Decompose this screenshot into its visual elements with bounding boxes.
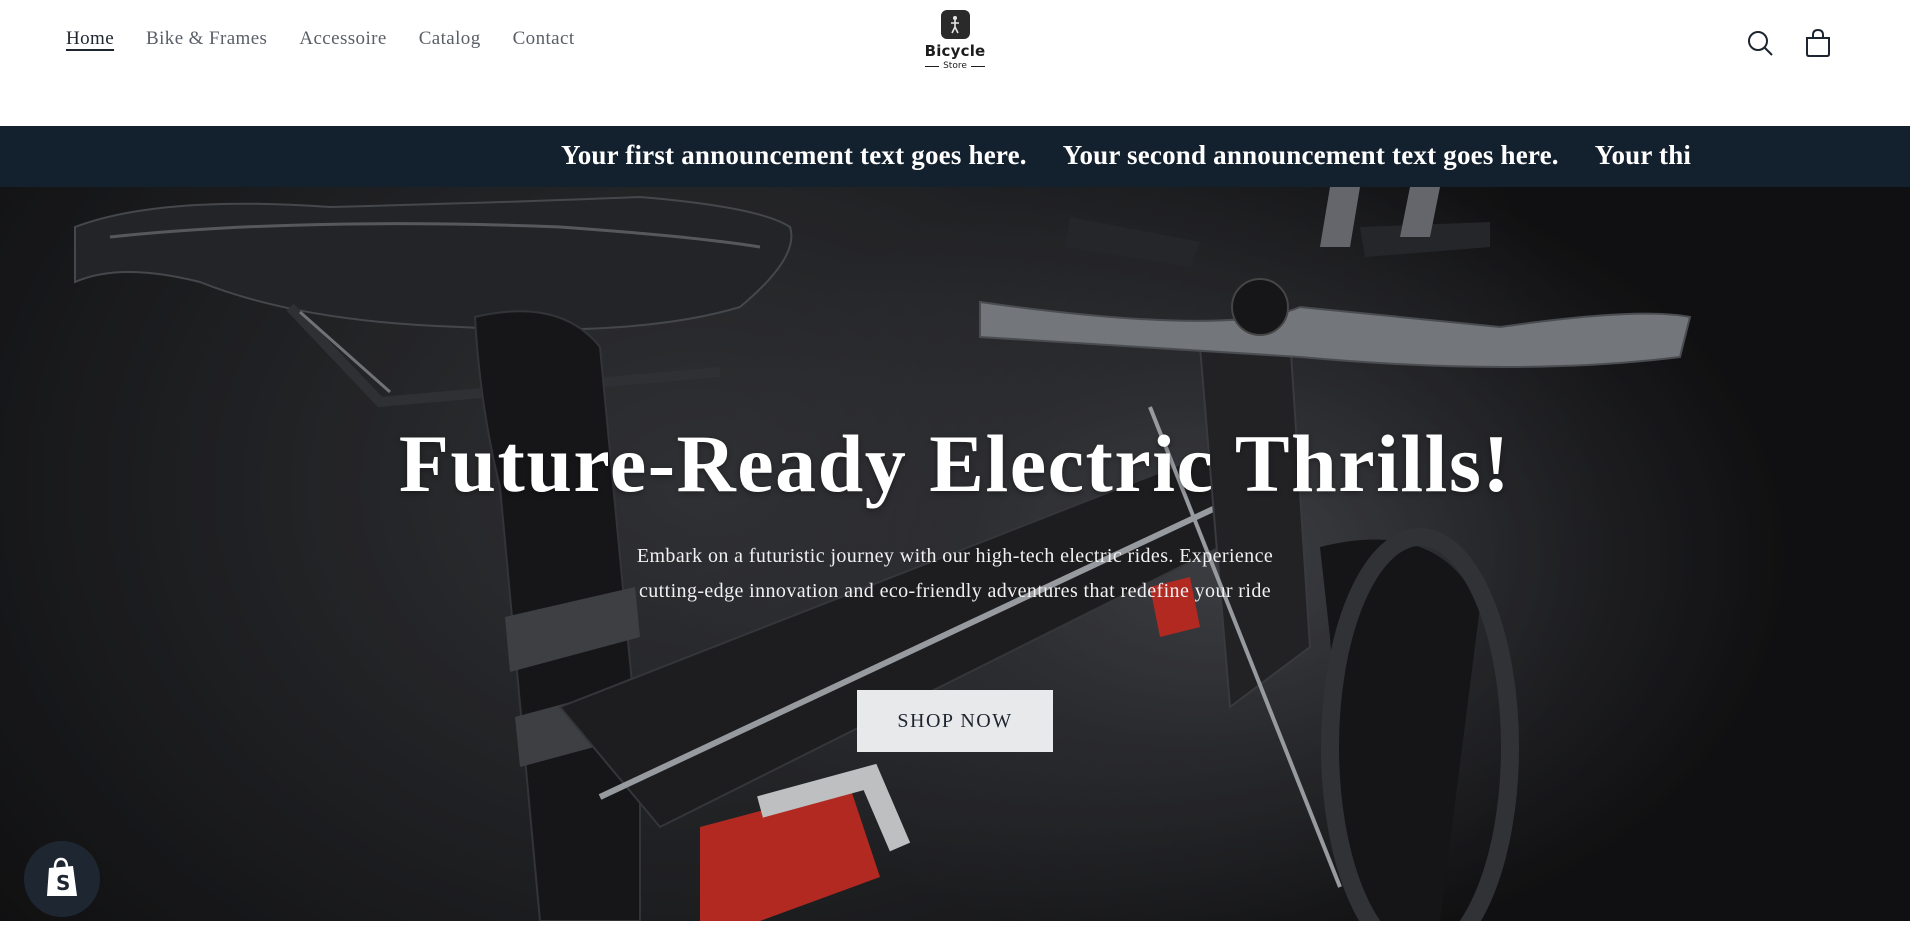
logo-title: Bicycle	[924, 42, 986, 60]
logo-subtitle: Store	[920, 61, 990, 71]
nav-accessoire[interactable]: Accessoire	[299, 28, 386, 50]
main-nav: Home Bike & Frames Accessoire Catalog Co…	[66, 28, 575, 50]
shopify-badge[interactable]: S	[24, 841, 100, 917]
nav-bike-frames[interactable]: Bike & Frames	[146, 28, 267, 50]
search-icon[interactable]	[1746, 28, 1774, 58]
nav-contact[interactable]: Contact	[513, 28, 575, 50]
hero-title: Future-Ready Electric Thrills!	[398, 418, 1512, 509]
shop-now-button[interactable]: SHOP NOW	[857, 690, 1053, 752]
hero-banner: Future-Ready Electric Thrills! Embark on…	[0, 187, 1910, 921]
nav-home[interactable]: Home	[66, 28, 114, 50]
hero-description: Embark on a futuristic journey with our …	[636, 545, 1274, 602]
announcement-bar: Your first announcement text goes here. Y…	[0, 126, 1910, 187]
nav-catalog[interactable]: Catalog	[419, 28, 481, 50]
site-header: Home Bike & Frames Accessoire Catalog Co…	[0, 0, 1910, 126]
store-logo[interactable]: Bicycle Store	[920, 10, 990, 71]
header-actions	[1746, 28, 1832, 58]
svg-text:S: S	[56, 871, 70, 895]
logo-subtitle-text: Store	[943, 61, 967, 71]
cart-icon[interactable]	[1804, 28, 1832, 58]
bicycle-logo-icon	[940, 10, 970, 39]
shopify-bag-icon: S	[43, 856, 81, 903]
announcement-3[interactable]: Your thi	[1595, 140, 1691, 170]
announcement-track: Your first announcement text goes here. Y…	[561, 140, 1810, 171]
announcement-2[interactable]: Your second announcement text goes here.	[1063, 140, 1559, 170]
announcement-1[interactable]: Your first announcement text goes here.	[561, 140, 1027, 170]
